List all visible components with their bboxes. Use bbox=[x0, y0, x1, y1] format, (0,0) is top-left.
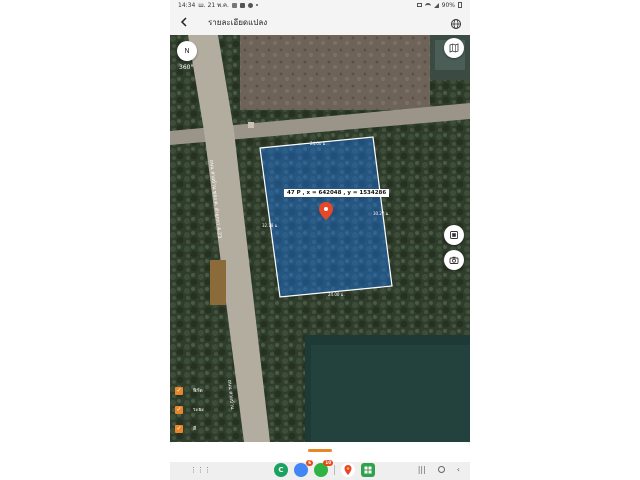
app-header: รายละเอียดแปลง bbox=[170, 10, 470, 34]
parcel-coordinate-label: 47 P , x = 642048 , y = 1534286 bbox=[284, 189, 390, 197]
legend-item[interactable]: ✓ สี bbox=[175, 423, 204, 435]
bottom-sheet[interactable] bbox=[170, 442, 470, 462]
back-nav-icon[interactable]: ‹ bbox=[457, 465, 460, 474]
chrome-icon[interactable]: 6 bbox=[294, 460, 313, 477]
battery-level: 90% bbox=[441, 1, 455, 9]
notification-badge: 6 bbox=[306, 460, 313, 466]
system-navigation: ||| ‹ bbox=[418, 465, 460, 474]
back-button[interactable] bbox=[176, 14, 192, 30]
layer-legend: ✓ พิกัด ✓ ระยะ ✓ สี bbox=[175, 385, 204, 435]
dimension-left: 32.18 ม. bbox=[262, 223, 279, 228]
grid-icon bbox=[364, 466, 372, 474]
home-icon[interactable] bbox=[437, 466, 445, 473]
compass-icon: N bbox=[184, 47, 190, 55]
navigation-bar: ⋮⋮⋮ C 6 10 ||| ‹ bbox=[170, 460, 470, 480]
facebook-icon bbox=[239, 2, 245, 8]
dimension-top: 24.00 ม. bbox=[310, 141, 327, 146]
status-bar: 14:34 ш. 21 พ.ค. 90% bbox=[170, 0, 470, 10]
legend-label: ระยะ bbox=[193, 407, 204, 413]
map-type-button[interactable] bbox=[444, 38, 464, 58]
camera-button[interactable] bbox=[444, 250, 464, 270]
wifi-icon bbox=[424, 3, 431, 7]
date: ш. 21 พ.ค. bbox=[198, 2, 229, 9]
line-icon[interactable]: C bbox=[274, 463, 288, 477]
map-icon bbox=[449, 43, 459, 53]
grid-app-icon[interactable] bbox=[361, 463, 375, 477]
more-dot-icon bbox=[255, 4, 258, 6]
legend-item[interactable]: ✓ พิกัด bbox=[175, 385, 204, 397]
camera-icon bbox=[449, 256, 459, 264]
language-button[interactable] bbox=[450, 15, 464, 29]
page-title: รายละเอียดแปลง bbox=[208, 17, 268, 27]
checkbox-coordinates[interactable]: ✓ bbox=[175, 387, 183, 395]
layers-button[interactable] bbox=[444, 225, 464, 245]
maps-icon[interactable] bbox=[341, 463, 355, 477]
checkbox-distance[interactable]: ✓ bbox=[175, 406, 183, 414]
sheet-drag-handle[interactable] bbox=[308, 449, 332, 452]
legend-label: พิกัด bbox=[193, 388, 203, 394]
phone-screen: 14:34 ш. 21 พ.ค. 90% รายละเอียดแปลง ถนน … bbox=[170, 0, 470, 480]
street-view-label: 360° bbox=[179, 64, 194, 71]
chevron-left-icon bbox=[180, 17, 187, 27]
chat-icon[interactable]: 10 bbox=[314, 460, 333, 477]
legend-item[interactable]: ✓ ระยะ bbox=[175, 404, 204, 416]
mute-icon bbox=[416, 3, 422, 7]
layers-icon bbox=[450, 231, 458, 239]
signal-icon bbox=[433, 2, 439, 8]
messenger-icon bbox=[247, 2, 253, 8]
recent-apps-icon[interactable]: ||| bbox=[418, 465, 426, 474]
globe-icon bbox=[451, 19, 461, 29]
compass-button[interactable]: N bbox=[177, 41, 197, 61]
dimension-right: 30.27 ม. bbox=[373, 211, 390, 216]
clock: 14:34 bbox=[178, 1, 196, 9]
dock-divider bbox=[334, 465, 335, 475]
battery-icon bbox=[458, 2, 462, 8]
map-imagery: ถนน สายบ้าน ของ ต. ลำลูกกา 4-23 ถนน สายบ… bbox=[170, 35, 470, 442]
dimension-bottom: 24.00 ม. bbox=[328, 292, 345, 297]
screen: 14:34 ш. 21 พ.ค. 90% รายละเอียดแปลง ถนน … bbox=[0, 0, 640, 480]
map-pin-icon bbox=[344, 465, 352, 475]
checkbox-color[interactable]: ✓ bbox=[175, 425, 183, 433]
image-icon bbox=[231, 2, 237, 8]
notification-badge: 10 bbox=[323, 460, 333, 466]
satellite-map[interactable]: ถนน สายบ้าน ของ ต. ลำลูกกา 4-23 ถนน สายบ… bbox=[170, 35, 470, 442]
legend-label: สี bbox=[193, 426, 197, 432]
app-dock: C 6 10 bbox=[274, 460, 375, 477]
app-drawer-icon[interactable]: ⋮⋮⋮ bbox=[190, 466, 211, 474]
